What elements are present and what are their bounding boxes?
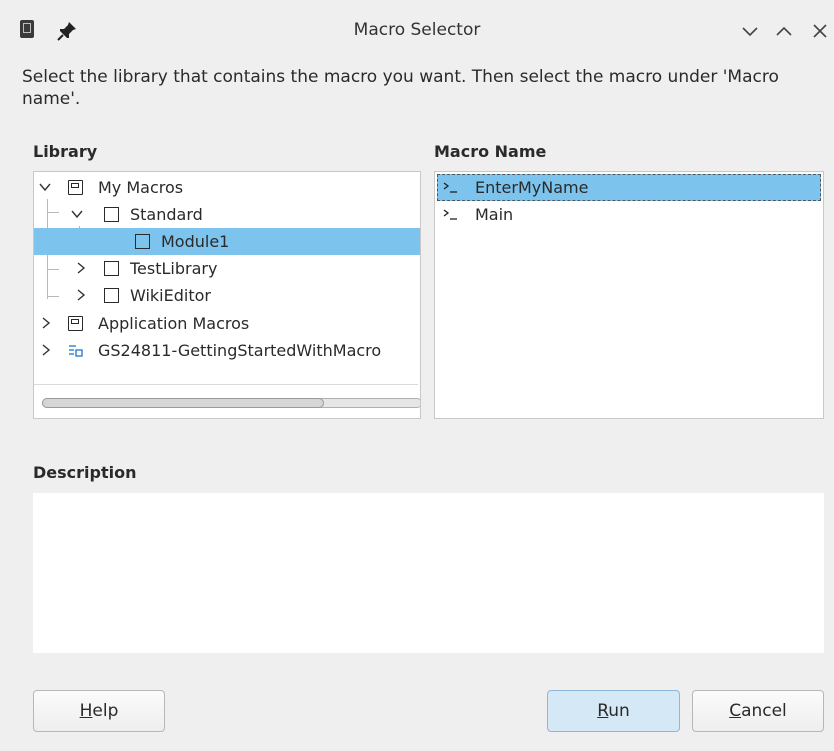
cancel-button[interactable]: Cancel <box>692 690 824 732</box>
cancel-label: ancel <box>741 701 787 721</box>
module-container-icon <box>104 207 119 222</box>
tree-item-label: Standard <box>130 205 203 224</box>
module-icon <box>135 234 150 249</box>
run-mnemonic: R <box>597 701 609 721</box>
description-label: Description <box>33 463 137 482</box>
macro-name-label: Macro Name <box>434 142 547 161</box>
macro-item-main[interactable]: Main <box>437 201 821 228</box>
tree-item-label: WikiEditor <box>130 286 211 305</box>
title-bar: Macro Selector <box>0 0 834 60</box>
library-tree[interactable]: My Macros Standard Module1 TestLibrary W… <box>33 171 421 419</box>
maximize-icon[interactable] <box>772 20 796 42</box>
tree-item-wikieditor[interactable]: WikiEditor <box>34 282 420 309</box>
macro-icon <box>443 209 457 220</box>
tree-item-application-macros[interactable]: Application Macros <box>34 310 420 337</box>
document-icon <box>69 345 83 357</box>
window-title: Macro Selector <box>353 20 481 40</box>
chevron-right-icon[interactable] <box>75 289 87 301</box>
tree-item-label: GS24811-GettingStartedWithMacro <box>98 341 382 360</box>
library-label: Library <box>33 142 98 161</box>
help-button[interactable]: Help <box>33 690 165 732</box>
chevron-down-icon[interactable] <box>39 181 51 193</box>
cancel-mnemonic: C <box>729 701 742 721</box>
module-container-icon <box>104 261 119 276</box>
library-icon <box>68 180 83 195</box>
macro-item-entermyname[interactable]: EnterMyName <box>437 174 821 201</box>
macro-item-label: EnterMyName <box>475 178 589 197</box>
help-label: elp <box>92 701 119 721</box>
description-box <box>33 493 824 653</box>
help-mnemonic: H <box>79 701 93 721</box>
minimize-icon[interactable] <box>738 20 762 42</box>
chevron-right-icon[interactable] <box>40 317 52 329</box>
macro-item-label: Main <box>475 205 514 224</box>
chevron-right-icon[interactable] <box>40 344 52 356</box>
tree-item-my-macros[interactable]: My Macros <box>34 174 420 201</box>
chevron-right-icon[interactable] <box>75 262 87 274</box>
run-button[interactable]: Run <box>547 690 680 732</box>
macro-icon <box>443 182 457 193</box>
tree-item-module1[interactable]: Module1 <box>34 228 420 255</box>
tree-item-label: TestLibrary <box>130 259 218 278</box>
tree-item-label: My Macros <box>98 178 184 197</box>
module-container-icon <box>104 288 119 303</box>
library-icon <box>68 316 83 331</box>
tree-item-standard[interactable]: Standard <box>34 201 420 228</box>
tree-item-label: Module1 <box>161 232 230 251</box>
tree-item-testlibrary[interactable]: TestLibrary <box>34 255 420 282</box>
chevron-down-icon[interactable] <box>71 208 83 220</box>
run-label: un <box>608 701 630 721</box>
tree-item-label: Application Macros <box>98 314 250 333</box>
horizontal-scrollbar-thumb[interactable] <box>42 398 324 408</box>
tree-item-document[interactable]: GS24811-GettingStartedWithMacro <box>34 337 420 364</box>
macro-list[interactable]: EnterMyName Main <box>434 171 824 419</box>
scrollbar-separator <box>34 384 418 385</box>
instructions-text: Select the library that contains the mac… <box>22 67 779 109</box>
close-icon[interactable] <box>808 20 832 42</box>
